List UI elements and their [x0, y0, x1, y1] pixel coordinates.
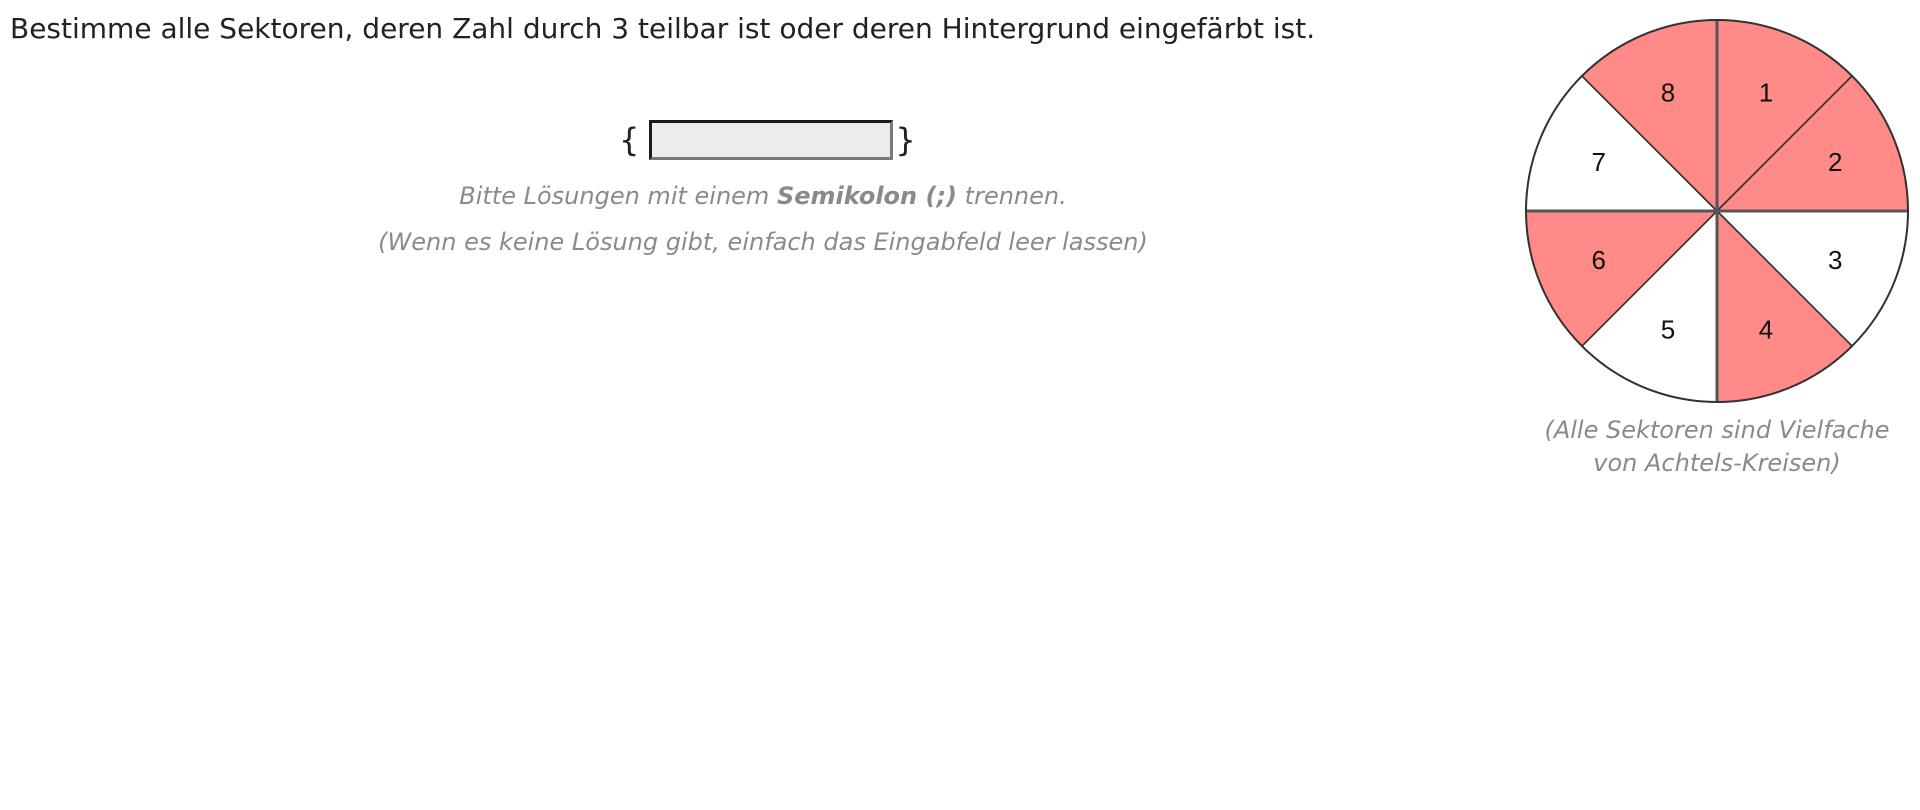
- separator-hint: Bitte Lösungen mit einem Semikolon (;) t…: [123, 181, 1403, 211]
- sector-label-1: 1: [1759, 78, 1773, 108]
- separator-hint-after: trennen.: [957, 182, 1067, 210]
- answer-row: { }: [619, 118, 916, 162]
- sector-label-7: 7: [1592, 147, 1606, 177]
- empty-answer-hint: (Wenn es keine Lösung gibt, einfach das …: [378, 228, 1148, 256]
- wheel-caption-line2: von Achtels-Kreisen): [1593, 449, 1841, 477]
- sector-label-3: 3: [1828, 245, 1842, 275]
- sector-wheel: 1 2 3 4 5 6 7 8: [1525, 19, 1909, 403]
- wheel-caption-line1: (Alle Sektoren sind Vielfache: [1544, 416, 1890, 444]
- sector-label-8: 8: [1661, 78, 1675, 108]
- sector-label-4: 4: [1759, 314, 1773, 344]
- close-brace: }: [895, 121, 916, 159]
- sector-label-2: 2: [1828, 147, 1842, 177]
- separator-hint-bold: Semikolon (;): [776, 182, 958, 210]
- answer-input[interactable]: [649, 120, 894, 160]
- wheel-caption: (Alle Sektoren sind Vielfache von Achtel…: [1517, 414, 1917, 480]
- question-text: Bestimme alle Sektoren, deren Zahl durch…: [10, 12, 1316, 45]
- sector-label-5: 5: [1661, 314, 1675, 344]
- separator-hint-before: Bitte Lösungen mit einem: [459, 182, 777, 210]
- exercise-page: Bestimme alle Sektoren, deren Zahl durch…: [0, 0, 1920, 810]
- open-brace: {: [619, 121, 640, 159]
- sector-label-6: 6: [1592, 245, 1606, 275]
